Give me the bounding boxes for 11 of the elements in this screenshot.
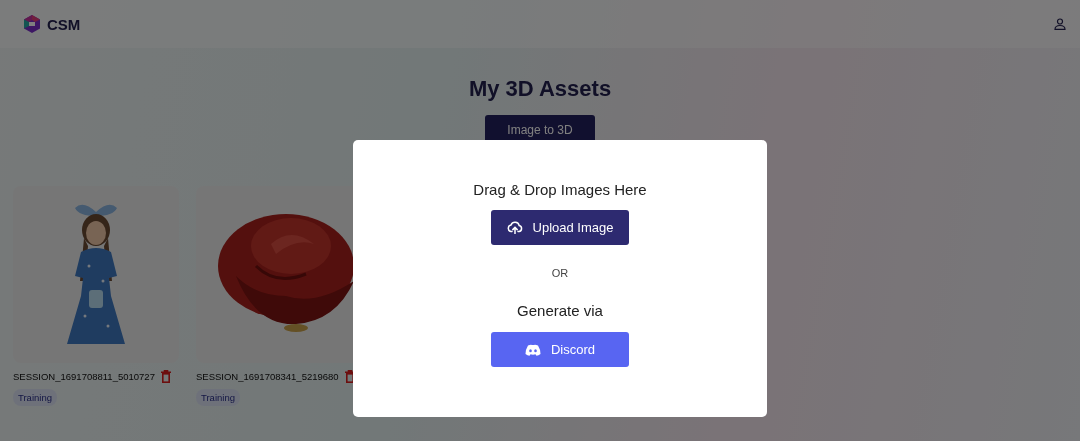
drop-instruction: Drag & Drop Images Here <box>473 181 647 198</box>
upload-image-button[interactable]: Upload Image <box>491 210 629 245</box>
asset-name: SESSION_1691708811_5010727 <box>13 371 155 382</box>
status-tag: Training <box>196 389 240 406</box>
asset-name: SESSION_1691708341_5219680 <box>196 371 339 382</box>
page-title: My 3D Assets <box>468 76 612 102</box>
separator-text: OR <box>551 267 569 279</box>
generate-label: Generate via <box>517 302 603 319</box>
logo-text[interactable]: CSM <box>47 15 81 33</box>
status-tag: Training <box>13 389 57 406</box>
discord-button[interactable]: Discord <box>491 332 629 367</box>
